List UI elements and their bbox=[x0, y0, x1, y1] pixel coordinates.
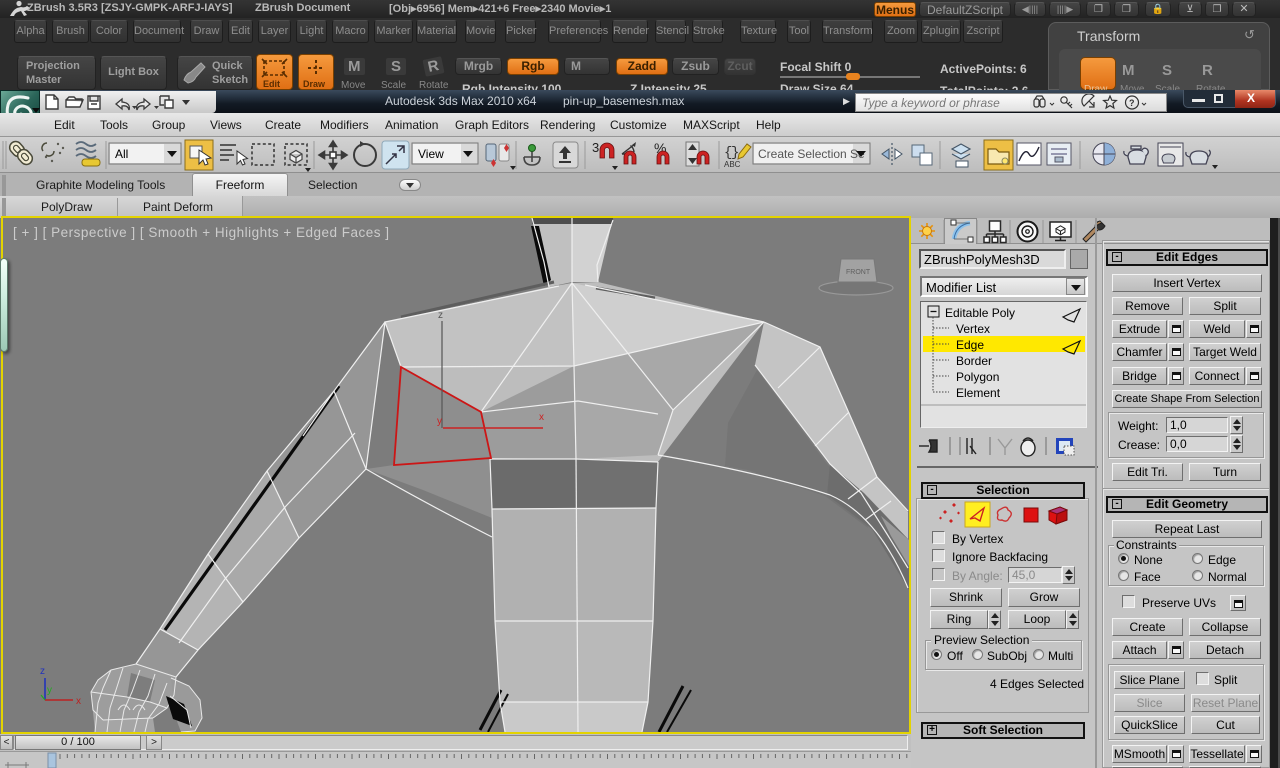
svg-text:z: z bbox=[40, 666, 45, 677]
svg-text:z: z bbox=[438, 310, 443, 321]
svg-text:y: y bbox=[437, 416, 442, 427]
svg-text:All: All bbox=[115, 147, 128, 161]
svg-text:[ + ] [ Perspective ] [ Smooth: [ + ] [ Perspective ] [ Smooth + Highlig… bbox=[13, 225, 390, 240]
svg-text:View: View bbox=[418, 147, 444, 161]
svg-text:Vertex: Vertex bbox=[956, 322, 990, 336]
svg-text:y: y bbox=[47, 685, 52, 696]
svg-text:Create Selection Se: Create Selection Se bbox=[758, 147, 865, 161]
svg-text:ABC: ABC bbox=[724, 160, 741, 169]
svg-text:3: 3 bbox=[592, 140, 599, 155]
svg-text:FRONT: FRONT bbox=[846, 269, 871, 276]
svg-text:Element: Element bbox=[956, 386, 1001, 400]
svg-text:Border: Border bbox=[956, 354, 992, 368]
svg-text:?: ? bbox=[1129, 98, 1135, 108]
svg-text:Editable Poly: Editable Poly bbox=[945, 306, 1015, 320]
svg-text:x: x bbox=[76, 696, 81, 707]
svg-text:Polygon: Polygon bbox=[956, 370, 999, 384]
svg-text:x: x bbox=[539, 412, 544, 423]
svg-text:Edge: Edge bbox=[956, 338, 984, 352]
